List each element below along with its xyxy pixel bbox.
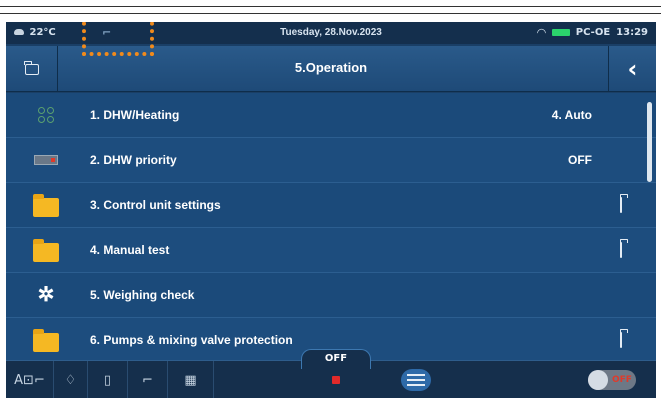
page-title: 5.Operation xyxy=(294,60,368,75)
menu-item-label: 5. Weighing check xyxy=(90,288,195,302)
submenu-folder-icon xyxy=(620,197,622,213)
operation-mode-icon: A⊡⌐ xyxy=(14,372,45,388)
mode-dots-icon xyxy=(32,102,60,128)
top-border-line xyxy=(0,6,661,14)
controller-screen: 22°C ⌐ Tuesday, 28.Nov.2023 ◠ PC-OE 13:2… xyxy=(6,22,656,398)
menu-item-label: 4. Manual test xyxy=(90,243,170,257)
stop-button[interactable] xyxy=(311,361,361,398)
operation-mode-button[interactable]: A⊡⌐ xyxy=(6,361,54,398)
boiler-button[interactable]: ▯ xyxy=(88,361,128,398)
chevron-left-icon: ‹ xyxy=(627,55,638,83)
scrollbar[interactable] xyxy=(647,102,652,182)
menu-item-weighing-check[interactable]: ✲ 5. Weighing check xyxy=(6,273,656,318)
menu-icon xyxy=(401,369,431,391)
device-name: PC-OE xyxy=(575,27,611,38)
power-toggle[interactable]: OFF xyxy=(588,370,636,390)
flame-icon: ♢ xyxy=(64,372,77,388)
status-right-group: ◠ PC-OE 13:29 xyxy=(537,26,648,39)
menu-item-manual-test[interactable]: 4. Manual test xyxy=(6,228,656,273)
menu-button[interactable] xyxy=(391,361,441,398)
radiator-icon: ▦ xyxy=(184,372,197,388)
tap-highlight-marker xyxy=(82,22,154,56)
menu-item-value: 4. Auto xyxy=(551,108,592,122)
boiler-icon xyxy=(32,147,60,173)
gear-icon: ✲ xyxy=(37,284,55,306)
menu-item-label: 2. DHW priority xyxy=(90,153,177,167)
toggle-label: OFF xyxy=(612,375,632,385)
flame-button[interactable]: ♢ xyxy=(54,361,88,398)
tap-button[interactable]: ⌐ xyxy=(128,361,168,398)
menu-item-label: 3. Control unit settings xyxy=(90,198,221,212)
radiator-button[interactable]: ▦ xyxy=(168,361,214,398)
menu-item-dhw-heating[interactable]: 1. DHW/Heating 4. Auto xyxy=(6,93,656,138)
folder-icon xyxy=(32,237,60,263)
folder-icon xyxy=(32,192,60,218)
submenu-folder-icon xyxy=(620,332,622,348)
menu-item-value: OFF xyxy=(568,153,592,167)
bottom-toolbar: A⊡⌐ ♢ ▯ ⌐ ▦ OFF OFF xyxy=(6,349,656,398)
wifi-icon: ◠ xyxy=(537,26,546,39)
submenu-folder-icon xyxy=(620,242,622,258)
back-button[interactable]: ‹ xyxy=(608,46,656,92)
faucet-icon: ⌐ xyxy=(142,372,153,388)
menu-item-label: 6. Pumps & mixing valve protection xyxy=(90,333,293,347)
tank-icon: ▯ xyxy=(103,372,112,388)
menu-item-label: 1. DHW/Heating xyxy=(90,108,180,122)
menu-item-dhw-priority[interactable]: 2. DHW priority OFF xyxy=(6,138,656,183)
battery-icon xyxy=(551,29,570,36)
toggle-knob xyxy=(588,370,608,390)
menu-item-control-unit-settings[interactable]: 3. Control unit settings xyxy=(6,183,656,228)
menu-list: 1. DHW/Heating 4. Auto 2. DHW priority O… xyxy=(6,93,656,363)
stop-indicator-icon xyxy=(332,376,340,384)
clock-time: 13:29 xyxy=(616,27,648,38)
folder-icon xyxy=(32,327,60,353)
